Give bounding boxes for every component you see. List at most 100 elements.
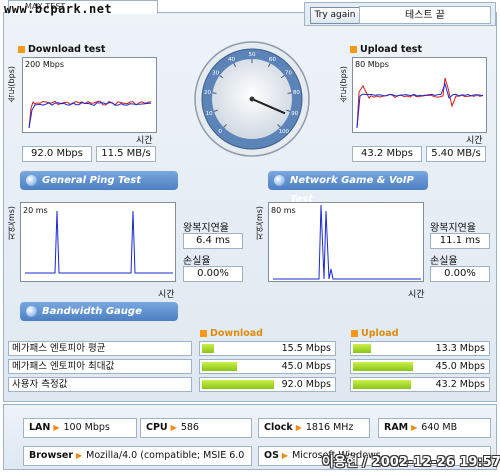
bw-download-fill xyxy=(202,362,237,371)
bw-upload-fill xyxy=(353,362,413,371)
download-series-red xyxy=(28,100,152,129)
upload-series-red xyxy=(356,77,484,129)
voip-loss-value: 0.00% xyxy=(430,266,490,282)
upload-mbps: 43.2 Mbps xyxy=(352,146,422,162)
bw-row-label: 사용자 측정값 xyxy=(8,377,192,392)
upload-ylabel: 속도(bps) xyxy=(339,66,348,103)
gauge-tick-label: 60 xyxy=(269,57,276,63)
ping-ylabel: 지연(ms) xyxy=(7,206,16,241)
voip-ylabel: 지연(ms) xyxy=(255,206,264,241)
bw-download-value: 92.0 Mbps xyxy=(281,379,331,390)
bw-row-label: 메가패스 엔토피아 평균 xyxy=(8,341,192,356)
upload-series-blue xyxy=(356,82,484,129)
gauge-tick-label: 40 xyxy=(228,57,235,63)
voip-pill: Network Game & VoIP Test xyxy=(268,171,428,205)
arrow-right-icon: ▶ xyxy=(53,423,60,432)
bw-row-label: 메가패스 엔토피아 최대값 xyxy=(8,359,192,374)
download-scale: 200 Mbps xyxy=(25,60,64,69)
upload-chart: 80 Mbps xyxy=(352,57,487,133)
download-mbs: 11.5 MB/s xyxy=(96,146,156,162)
upload-column-header: Upload xyxy=(351,328,399,339)
speed-gauge: 0 10 20 30 40 50 60 70 80 90 100 xyxy=(193,37,311,162)
cpu-value: 586 xyxy=(180,422,199,433)
gauge-tick-label: 30 xyxy=(212,71,219,77)
clock-info: Clock ▶ 1816 MHz xyxy=(258,418,370,438)
bandwidth-pill: Bandwidth Gauge xyxy=(20,302,178,321)
browser-key: Browser xyxy=(29,450,74,461)
voip-chart: 80 ms xyxy=(268,202,424,282)
bw-download-fill xyxy=(202,380,274,389)
gauge-tick-label: 100 xyxy=(279,129,290,135)
user-timestamp-stamp: 이용현 / 2002-12-26 19:57:17 xyxy=(322,455,500,470)
gauge-tick-label: 0 xyxy=(218,129,222,135)
arrow-right-icon: ▶ xyxy=(295,423,302,432)
gauge-tick-mark xyxy=(212,92,217,94)
bw-upload-bar: 13.3 Mbps xyxy=(350,341,490,356)
clock-key: Clock xyxy=(264,422,293,433)
ping-rtt-label: 왕복지연율 xyxy=(183,223,229,234)
pill-dot-icon xyxy=(274,175,285,186)
bw-download-bar: 15.5 Mbps xyxy=(199,341,336,356)
ping-loss-label: 손실율 xyxy=(183,256,211,267)
gauge-tick-label: 80 xyxy=(293,90,300,96)
upload-xlabel: 시간 xyxy=(466,136,483,146)
bw-upload-bar: 45.0 Mbps xyxy=(350,359,490,374)
lan-info: LAN ▶ 100 Mbps xyxy=(23,418,137,438)
lan-value: 100 Mbps xyxy=(63,422,110,433)
gauge-tick-label: 50 xyxy=(249,52,256,58)
voip-scale: 80 ms xyxy=(271,206,296,215)
voip-series xyxy=(273,204,421,280)
bw-upload-bar: 43.2 Mbps xyxy=(350,377,490,392)
upload-test-title: Upload test xyxy=(350,44,422,55)
bandwidth-title: Bandwidth Gauge xyxy=(42,306,142,317)
bw-upload-fill xyxy=(353,344,371,353)
ping-xlabel: 시간 xyxy=(158,290,175,300)
lan-key: LAN xyxy=(29,422,51,433)
ram-value: 640 MB xyxy=(421,422,458,433)
gauge-tick-label: 10 xyxy=(206,111,213,117)
gauge-tick-label: 90 xyxy=(291,111,298,117)
top-toolbar: Try again 테스트 끝 xyxy=(304,2,496,26)
voip-xlabel: 시간 xyxy=(408,290,425,300)
arrow-right-icon: ▶ xyxy=(281,451,289,460)
pill-dot-icon xyxy=(26,306,37,317)
try-again-button[interactable]: Try again xyxy=(310,7,360,24)
clock-value: 1816 MHz xyxy=(305,422,354,433)
ping-chart: 20 ms xyxy=(20,202,176,282)
cpu-key: CPU xyxy=(146,422,168,433)
upload-scale: 80 Mbps xyxy=(355,60,389,69)
ping-title: General Ping Test xyxy=(42,175,142,186)
browser-value: Mozilla/4.0 (compatible; MSIE 6.0 xyxy=(86,450,245,461)
bw-upload-value: 13.3 Mbps xyxy=(435,343,485,354)
download-series-blue xyxy=(28,102,152,129)
bw-upload-value: 45.0 Mbps xyxy=(435,361,485,372)
voip-rtt-value: 11.1 ms xyxy=(430,233,490,249)
gauge-tick-mark xyxy=(287,92,292,94)
ram-info: RAM ▶ 640 MB xyxy=(378,418,491,438)
download-chart: 200 Mbps xyxy=(22,57,157,133)
download-test-title: Download test xyxy=(18,44,105,55)
gauge-tick-label: 70 xyxy=(285,71,292,77)
ping-loss-value: 0.00% xyxy=(183,266,243,282)
arrow-right-icon: ▶ xyxy=(170,423,177,432)
browser-info: Browser ▶ Mozilla/4.0 (compatible; MSIE 6.… xyxy=(23,446,252,466)
ping-series xyxy=(25,210,173,274)
pill-dot-icon xyxy=(26,175,37,186)
cpu-info: CPU ▶ 586 xyxy=(140,418,252,438)
bw-download-fill xyxy=(202,344,214,353)
watermark-text: www.bcpark.net xyxy=(4,2,113,16)
download-mbps: 92.0 Mbps xyxy=(22,146,92,162)
download-column-header: Download xyxy=(200,328,263,339)
bw-download-value: 45.0 Mbps xyxy=(281,361,331,372)
arrow-right-icon: ▶ xyxy=(411,423,418,432)
os-key: OS xyxy=(264,450,279,461)
voip-rtt-label: 왕복지연율 xyxy=(430,223,476,234)
bw-download-bar: 92.0 Mbps xyxy=(199,377,336,392)
bw-upload-value: 43.2 Mbps xyxy=(435,379,485,390)
arrow-right-icon: ▶ xyxy=(76,451,83,460)
upload-mbs: 5.40 MB/s xyxy=(426,146,486,162)
bw-download-bar: 45.0 Mbps xyxy=(199,359,336,374)
status-field: 테스트 끝 xyxy=(359,6,491,24)
download-ylabel: 속도(bps) xyxy=(7,66,16,103)
general-ping-pill: General Ping Test xyxy=(20,171,178,190)
